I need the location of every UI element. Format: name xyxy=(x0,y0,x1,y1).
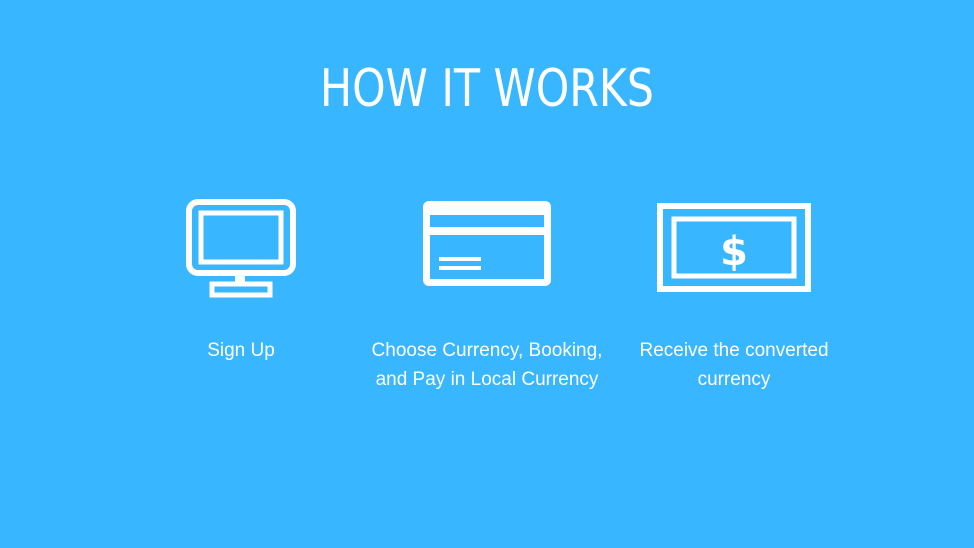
step-label: Sign Up xyxy=(207,340,275,361)
monitor-icon xyxy=(186,199,296,298)
svg-text:$: $ xyxy=(720,229,748,275)
dollar-bill-icon: $ xyxy=(657,203,811,292)
step-label: Choose Currency, Booking, and Pay in Loc… xyxy=(371,340,603,390)
step-receive-currency: $ Receive the converted currency xyxy=(614,195,854,390)
credit-card-icon xyxy=(423,201,551,286)
step-sign-up: Sign Up xyxy=(121,195,361,361)
page-title: HOW IT WORKS xyxy=(320,59,654,119)
step-choose-currency: Choose Currency, Booking, and Pay in Loc… xyxy=(367,195,607,390)
step-label: Receive the converted currency xyxy=(639,340,829,390)
